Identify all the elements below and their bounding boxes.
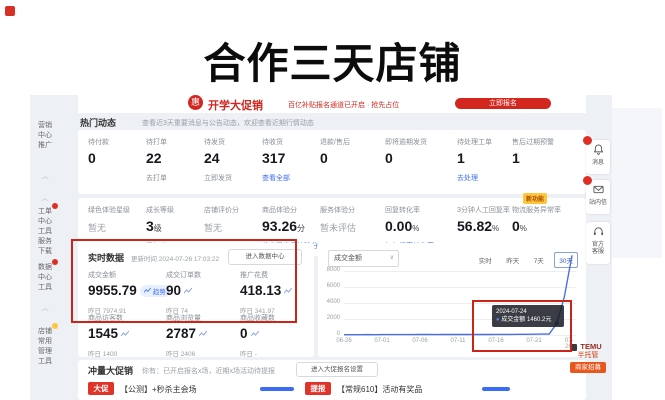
sidebar-item[interactable]: 店铺 (32, 327, 58, 337)
red-corner-mark (5, 6, 15, 16)
metric-service-experience: 服务体验分 暂未评估 (320, 205, 356, 234)
metric-work-orders: 待处理工单 1 去处理 (457, 137, 492, 183)
metric-green-star: 绿色体验星级 暂无 (88, 205, 130, 234)
trend-icon[interactable] (121, 330, 129, 338)
hot-section-title: 热门动态 (80, 116, 116, 129)
sidebar-group-workorder[interactable]: 工单 中心 工具 服务 下载 (32, 207, 58, 257)
campaign-progress-bar (482, 387, 510, 391)
screenshot-page: 合作三天店铺 营销 中心 推广 ︿ ︿ 工单 中心 工具 服务 下载 数据 中心 (0, 0, 665, 400)
sidebar-item[interactable]: 工具 (32, 283, 58, 293)
handle-link[interactable]: 去处理 (457, 173, 492, 183)
go-print-link[interactable]: 去打单 (146, 173, 167, 183)
metric-shop-score: 店铺评价分 暂无 (204, 205, 239, 234)
campaign-signup-button[interactable]: 进入大促报名设置 (296, 362, 378, 377)
metric-to-receive: 待收货 317 查看全部 (262, 137, 290, 183)
promo-banner[interactable]: 惠 开学大促销 百亿补贴报名通道已开启 · 抢先占位 立即报名 (78, 95, 586, 113)
metric-overdue-soon: 即将逾期发货 0 (385, 137, 427, 166)
annotation-rect-realtime (71, 239, 297, 323)
sidebar-group-marketing[interactable]: 营销 中心 推广 (32, 121, 58, 151)
sidebar-item[interactable]: 中心 (32, 217, 58, 227)
sidebar-group-data[interactable]: 数据 中心 工具 (32, 263, 58, 293)
sidebar-item[interactable]: 下载 (32, 247, 58, 257)
notification-badge (582, 135, 593, 146)
campaign-progress-bar (260, 387, 294, 391)
sidebar-item[interactable]: 中心 (32, 273, 58, 283)
sidebar-item[interactable]: 常用 (32, 337, 58, 347)
campaign-card: 冲量大促销 你有：已开启报名x场，近期x场活动待提报 进入大促报名设置 大促 【… (78, 360, 586, 400)
campaign-item[interactable]: 【常规610】活动有奖品 (337, 384, 422, 395)
headset-icon (593, 226, 604, 237)
sidebar-item[interactable]: 中心 (32, 131, 58, 141)
campaign-badge: 大促 (88, 382, 114, 395)
annotation-rect-tooltip (472, 300, 572, 352)
metric-refund: 退款/售后 0 (320, 137, 350, 166)
campaign-badge: 提报 (305, 382, 331, 395)
todo-metrics-card: 待付款 0 待打单 22 去打单 待发货 24 立即发货 待收货 317 查看全… (78, 130, 586, 194)
dashboard-right-margin (612, 108, 662, 258)
metric-to-ship: 待发货 24 立即发货 (204, 137, 232, 183)
trend-icon[interactable] (199, 330, 207, 338)
sidebar-item[interactable]: 数据 (32, 263, 58, 273)
new-feature-badge: 新功能 (523, 193, 547, 204)
campaign-title: 冲量大促销 (88, 364, 133, 377)
sidebar-item[interactable]: 营销 (32, 121, 58, 131)
sidebar-item[interactable]: 工具 (32, 357, 58, 367)
temu-recruit-badge[interactable]: 商家招募 (570, 362, 606, 373)
metric-pending-payment: 待付款 0 (88, 137, 109, 166)
notification-badge (582, 175, 593, 186)
ship-now-link[interactable]: 立即发货 (204, 173, 232, 183)
chevron-up-icon[interactable]: ︿ (32, 193, 58, 203)
metric-aftersale-warning: 售后过期预警 1 (512, 137, 554, 166)
bell-icon (593, 144, 604, 155)
chevron-up-icon[interactable]: ︿ (32, 303, 58, 313)
chevron-up-icon[interactable]: ︿ (32, 171, 58, 181)
sidebar-item[interactable]: 管理 (32, 347, 58, 357)
sidebar-item[interactable]: 推广 (32, 141, 58, 151)
sidebar-item[interactable]: 工具 (32, 227, 58, 237)
sidebar-item[interactable]: 工单 (32, 207, 58, 217)
campaign-subtitle: 你有：已开启报名x场，近期x场活动待提报 (142, 366, 275, 376)
banner-subtitle: 百亿补贴报名通道已开启 · 抢先占位 (288, 100, 399, 110)
banner-logo-icon: 惠 (188, 95, 203, 110)
temu-widget[interactable]: TEMU 半托管 商家招募 (570, 342, 606, 373)
official-service-tool[interactable]: 官方 客服 (586, 222, 610, 264)
campaign-item[interactable]: 【公测】+秒杀主会场 (120, 384, 197, 395)
trend-icon[interactable] (251, 330, 259, 338)
banner-signup-button[interactable]: 立即报名 (455, 98, 551, 109)
metric-to-print: 待打单 22 去打单 (146, 137, 167, 183)
page-title: 合作三天店铺 (0, 30, 665, 91)
banner-title: 开学大促销 (208, 97, 263, 113)
sidebar-item[interactable]: 服务 (32, 237, 58, 247)
hot-section-subtitle: 查看近3天重要消息与公告动态，欢迎查看近期行情动态 (142, 118, 314, 128)
mail-icon (593, 184, 604, 195)
view-all-link[interactable]: 查看全部 (262, 173, 290, 183)
sidebar-group-shop[interactable]: 店铺 常用 管理 工具 (32, 327, 58, 367)
